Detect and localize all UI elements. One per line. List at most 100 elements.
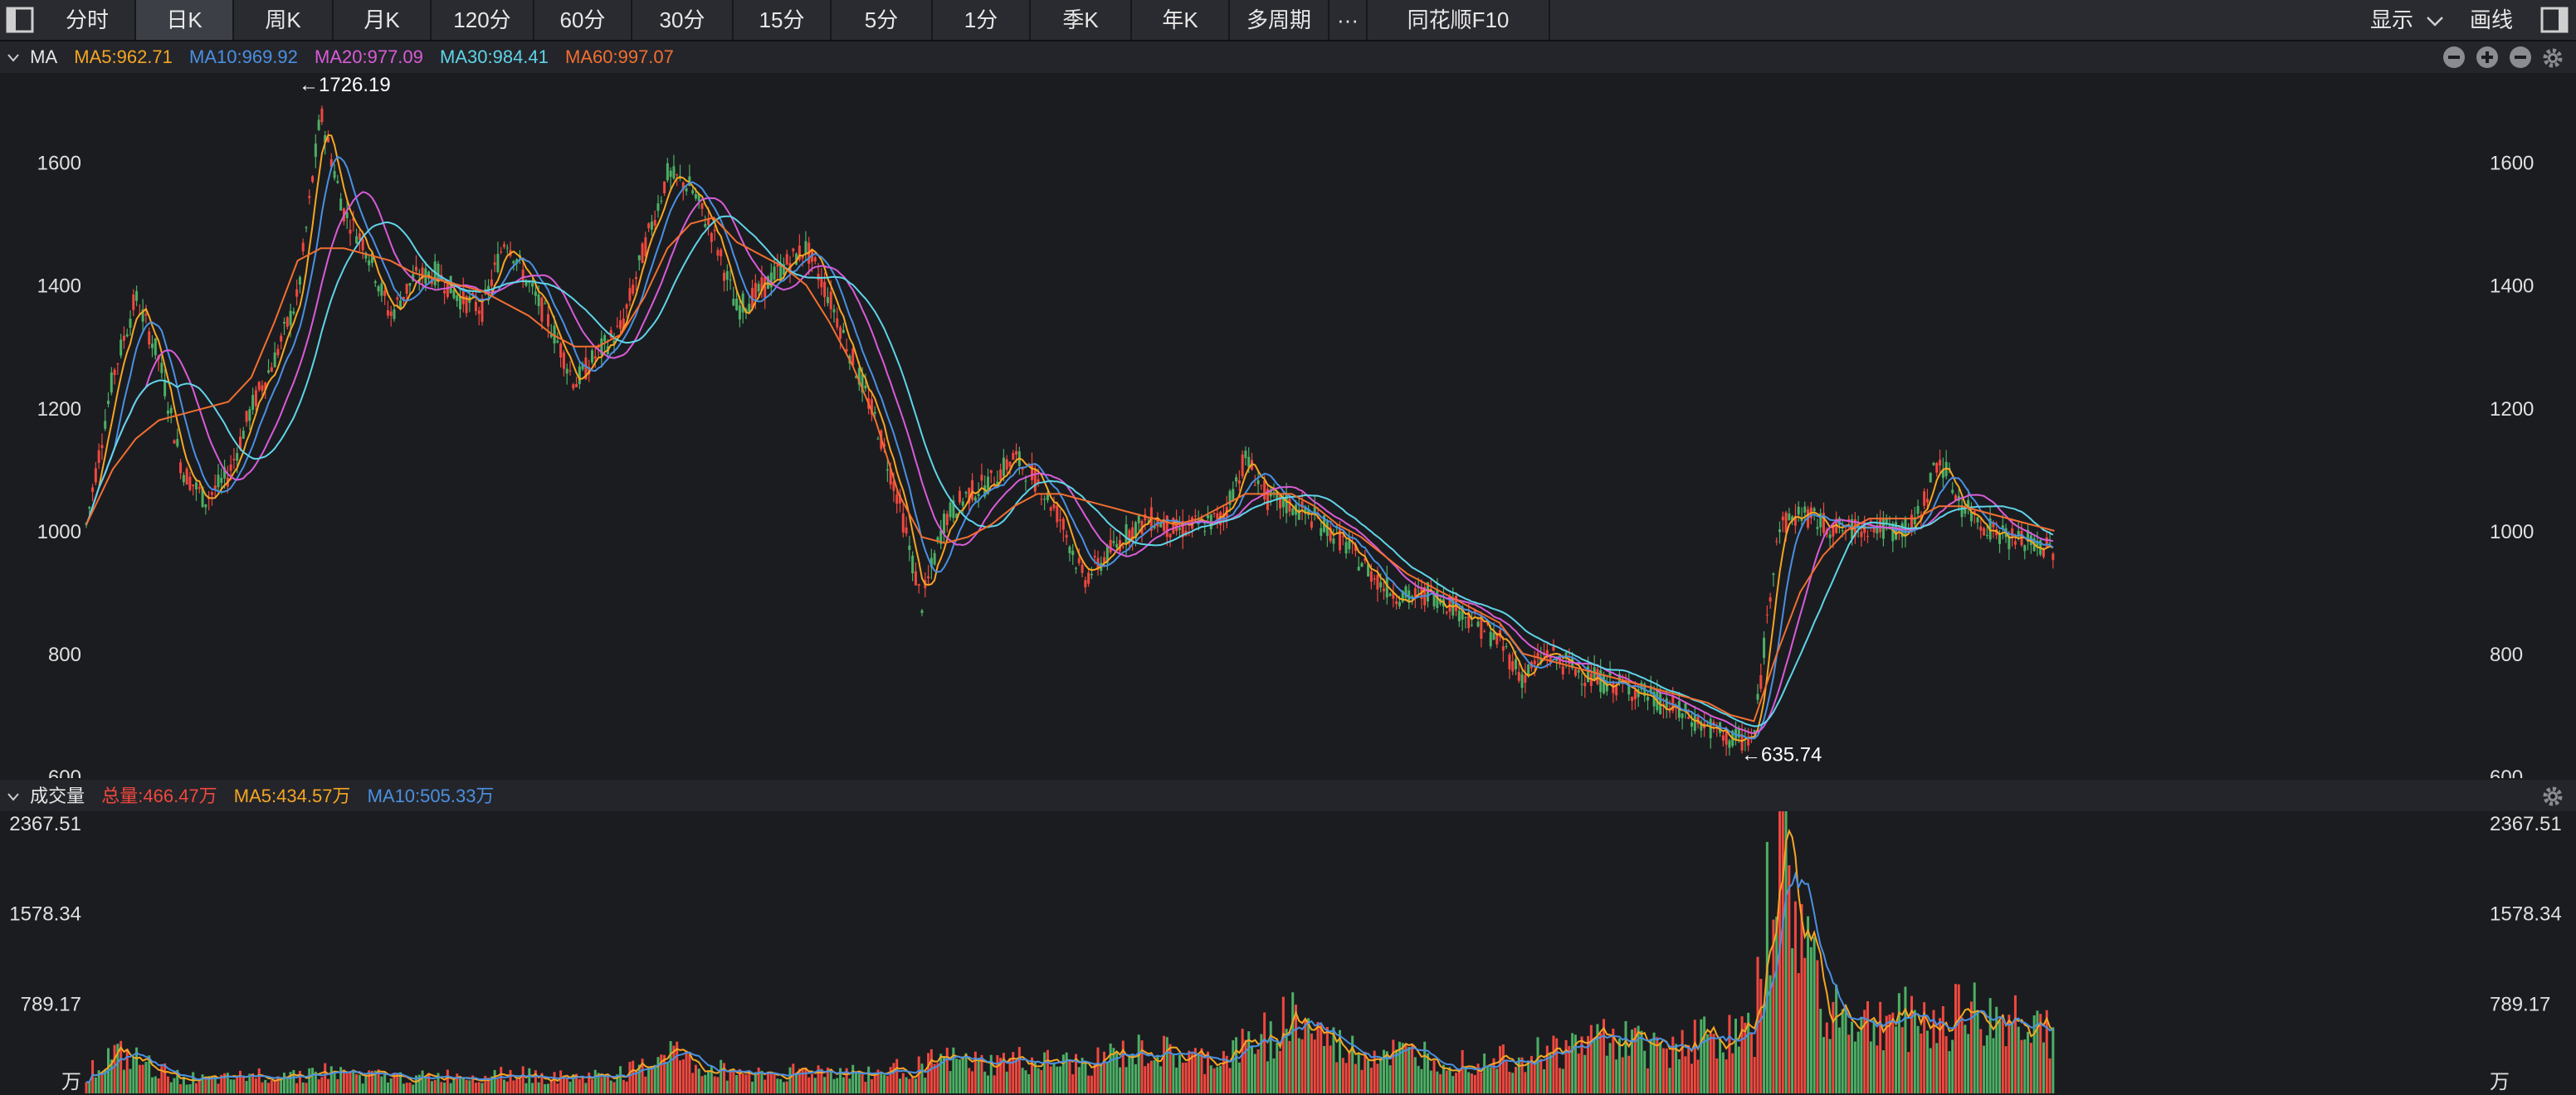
candle-body bbox=[1178, 528, 1181, 530]
volume-bar bbox=[405, 1083, 408, 1093]
price-chart[interactable]: 600 600 800 800 1000 1000 1200 1200 1400 1400 1600… bbox=[0, 73, 2576, 778]
volume-bar bbox=[1555, 1038, 1559, 1093]
volume-bar bbox=[751, 1081, 754, 1093]
sidebar-toggle-right-icon[interactable] bbox=[2539, 5, 2569, 35]
candle-body bbox=[261, 385, 264, 392]
volume-bar bbox=[1109, 1043, 1112, 1093]
candle-body bbox=[748, 304, 751, 312]
candle-body bbox=[285, 317, 289, 328]
tab-9[interactable]: 1分 bbox=[933, 0, 1031, 40]
volume-bar bbox=[591, 1079, 593, 1093]
volume-ytick-right: 2367.51 bbox=[2490, 813, 2562, 835]
tab-6[interactable]: 30分 bbox=[632, 0, 734, 40]
ma5-line bbox=[85, 134, 2054, 742]
candle-body bbox=[113, 369, 116, 376]
volume-bar bbox=[521, 1066, 524, 1093]
candle-body bbox=[251, 395, 255, 410]
volume-bar bbox=[1895, 1026, 1898, 1093]
candle-body bbox=[1376, 575, 1379, 590]
volume-bar bbox=[151, 1077, 154, 1093]
candle-body bbox=[2011, 528, 2014, 538]
volume-bar bbox=[905, 1077, 908, 1093]
candle-body bbox=[901, 513, 905, 533]
tab-13[interactable]: ··· bbox=[1329, 0, 1368, 40]
candle-body bbox=[1024, 480, 1027, 482]
tab-5[interactable]: 60分 bbox=[534, 0, 632, 40]
candle-body bbox=[1964, 509, 1967, 514]
volume-bar bbox=[1819, 1009, 1822, 1093]
volume-bar bbox=[1505, 1061, 1508, 1093]
draw-line-label: 画线 bbox=[2470, 7, 2514, 32]
volume-bar bbox=[656, 1057, 660, 1093]
volume-bar bbox=[1740, 1016, 1744, 1093]
candle-body bbox=[1812, 508, 1816, 512]
candle-body bbox=[691, 190, 695, 194]
tab-11[interactable]: 年K bbox=[1132, 0, 1230, 40]
tab-7[interactable]: 15分 bbox=[734, 0, 832, 40]
tab-1[interactable]: 日K bbox=[136, 0, 234, 40]
tab-4[interactable]: 120分 bbox=[432, 0, 534, 40]
sidebar-toggle-left-icon[interactable] bbox=[5, 5, 35, 35]
candle-body bbox=[1929, 473, 1932, 483]
candle-body bbox=[349, 229, 352, 234]
candle-body bbox=[1339, 528, 1341, 551]
volume-bar bbox=[764, 1079, 767, 1093]
volume-bar bbox=[280, 1078, 283, 1093]
tab-3[interactable]: 月K bbox=[334, 0, 432, 40]
volume-bar bbox=[870, 1078, 873, 1093]
volume-chart[interactable]: 789.17 789.17 1578.34 1578.34 2367.51 2367.51… bbox=[0, 811, 2576, 1095]
candle-body bbox=[1087, 572, 1090, 584]
candle-body bbox=[1068, 547, 1071, 553]
candle-body bbox=[653, 220, 656, 226]
volume-bar bbox=[1281, 996, 1285, 1093]
collapse-chevron-icon[interactable] bbox=[7, 792, 20, 802]
zoom-in-icon[interactable] bbox=[2476, 46, 2498, 68]
tab-12[interactable]: 多周期 bbox=[1230, 0, 1329, 40]
candle-body bbox=[817, 274, 820, 280]
tab-14[interactable]: 同花顺F10 bbox=[1368, 0, 1550, 40]
candle-body bbox=[710, 232, 713, 242]
volume-settings-gear-icon[interactable] bbox=[2541, 785, 2564, 808]
volume-bar bbox=[1207, 1051, 1209, 1093]
candle-body bbox=[917, 584, 920, 586]
candle-body bbox=[1866, 536, 1869, 538]
volume-bar bbox=[920, 1063, 924, 1093]
candle-body bbox=[559, 343, 563, 358]
collapse-chevron-icon[interactable] bbox=[7, 53, 20, 63]
chevron-down-icon bbox=[2427, 17, 2444, 27]
volume-bar bbox=[1617, 1038, 1621, 1093]
volume-bar bbox=[1705, 1034, 1709, 1093]
volume-bar bbox=[1065, 1052, 1068, 1093]
volume-bar bbox=[301, 1082, 305, 1093]
price-ytick-right: 600 bbox=[2490, 766, 2523, 778]
candle-body bbox=[1056, 505, 1059, 523]
volume-bar bbox=[968, 1068, 971, 1093]
volume-bar bbox=[760, 1070, 764, 1093]
volume-bar bbox=[2001, 1015, 2004, 1093]
candle-body bbox=[669, 170, 672, 178]
zoom-out-icon[interactable] bbox=[2443, 46, 2465, 68]
candle-body bbox=[1721, 735, 1725, 741]
volume-bar bbox=[512, 1080, 515, 1093]
candle-body bbox=[295, 289, 299, 297]
candle-body bbox=[1935, 463, 1939, 473]
tab-2[interactable]: 周K bbox=[234, 0, 334, 40]
volume-bar bbox=[129, 1068, 132, 1093]
volume-bar bbox=[1564, 1039, 1568, 1093]
tab-0[interactable]: 分时 bbox=[40, 0, 136, 40]
candle-body bbox=[864, 385, 867, 389]
tab-10[interactable]: 季K bbox=[1031, 0, 1132, 40]
candle-body bbox=[2023, 545, 2027, 552]
settings-gear-icon[interactable] bbox=[2541, 46, 2564, 70]
display-menu[interactable]: 显示 bbox=[2370, 0, 2444, 40]
volume-bar bbox=[628, 1062, 632, 1093]
volume-bar bbox=[1027, 1073, 1031, 1093]
tab-8[interactable]: 5分 bbox=[832, 0, 933, 40]
collapse-panel-icon[interactable] bbox=[2510, 46, 2531, 68]
volume-bar bbox=[1043, 1052, 1046, 1093]
draw-line-button[interactable]: 画线 bbox=[2470, 0, 2513, 40]
volume-bar bbox=[1589, 1024, 1593, 1093]
candle-body bbox=[1344, 542, 1348, 554]
volume-bar bbox=[1015, 1059, 1018, 1093]
volume-bar bbox=[1486, 1065, 1489, 1093]
